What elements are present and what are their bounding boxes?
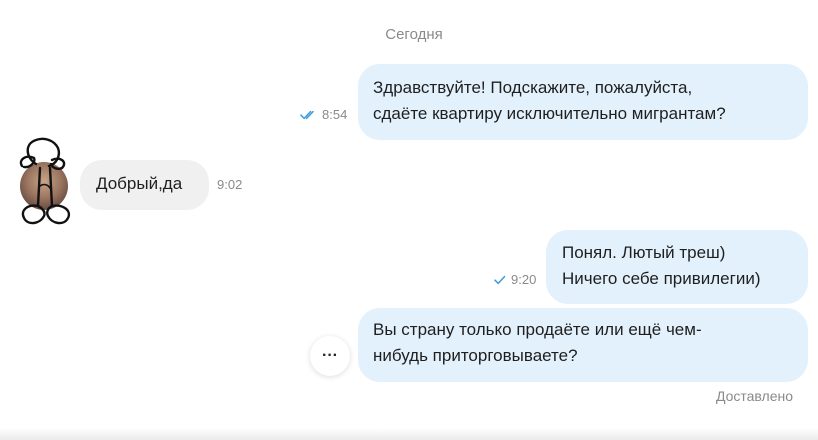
- message-text: Ничего себе привилегии): [562, 269, 761, 288]
- double-check-icon: [300, 110, 314, 119]
- message-text: нибудь приторговываете?: [373, 346, 578, 365]
- more-actions-button[interactable]: ···: [310, 336, 350, 376]
- message-text: Вы страну только продаёте или ещё чем-: [373, 320, 702, 339]
- date-separator: Сегодня: [385, 26, 443, 43]
- delivery-status: Доставлено: [715, 388, 793, 404]
- message-bubble-outgoing[interactable]: Здравствуйте! Подскажите, пожалуйста, сд…: [358, 64, 808, 140]
- message-text: Здравствуйте! Подскажите, пожалуйста,: [373, 78, 693, 97]
- message-meta: 9:02: [217, 177, 242, 192]
- message-bubble-incoming[interactable]: Добрый,да: [80, 160, 209, 210]
- message-time: 8:54: [322, 107, 348, 122]
- message-text: Добрый,да: [96, 174, 183, 193]
- message-text: Понял. Лютый треш): [562, 243, 726, 262]
- message-text: сдаёте квартиру исключительно мигрантам?: [373, 104, 726, 123]
- chat-thread: Сегодня 8:54 Здравствуйте! Подскажите, п…: [0, 0, 818, 440]
- message-meta: 9:20: [494, 272, 536, 287]
- message-bubble-outgoing[interactable]: Вы страну только продаёте или ещё чем- н…: [358, 308, 808, 382]
- doodle-icon: [19, 137, 71, 225]
- message-time: 9:02: [217, 177, 243, 192]
- composer-edge: [0, 428, 818, 440]
- avatar[interactable]: [16, 136, 74, 228]
- message-bubble-outgoing[interactable]: Понял. Лютый треш) Ничего себе привилеги…: [546, 230, 808, 304]
- check-icon: [494, 275, 506, 284]
- message-meta: 8:54: [300, 107, 347, 122]
- ellipsis-icon: ···: [322, 347, 338, 364]
- message-time: 9:20: [511, 272, 537, 287]
